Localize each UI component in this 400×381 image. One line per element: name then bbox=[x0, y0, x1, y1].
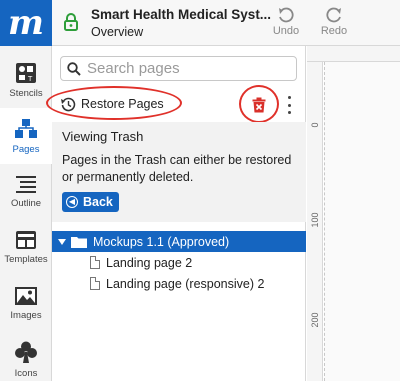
stencils-icon: T bbox=[16, 63, 36, 83]
restore-icon bbox=[61, 97, 76, 111]
page-tree: Mockups 1.1 (Approved) Landing page 2 La… bbox=[52, 231, 306, 294]
rail-item-label: Stencils bbox=[9, 88, 43, 99]
undo-button[interactable]: Undo bbox=[266, 6, 306, 42]
restore-pages-button[interactable]: Restore Pages bbox=[58, 92, 164, 116]
templates-icon bbox=[16, 231, 36, 249]
page-name: Landing page (responsive) 2 bbox=[106, 276, 265, 291]
trash-description: Pages in the Trash can either be restore… bbox=[62, 153, 292, 184]
page-title: Overview bbox=[91, 25, 144, 39]
restore-pages-label: Restore Pages bbox=[81, 97, 164, 111]
folder-icon bbox=[71, 236, 87, 248]
page-actions: Restore Pages bbox=[46, 85, 306, 123]
undo-label: Undo bbox=[272, 25, 300, 37]
svg-text:T: T bbox=[27, 75, 33, 83]
trash-notice: Viewing Trash Pages in the Trash can eit… bbox=[52, 122, 306, 222]
club-icon bbox=[15, 341, 37, 363]
left-ruler: 0 100 200 bbox=[307, 62, 323, 381]
rail-item-label: Outline bbox=[10, 198, 42, 209]
rail-item-label: Templates bbox=[4, 254, 48, 265]
pages-panel: Restore Pages Viewing Trash Pages in the… bbox=[46, 46, 306, 381]
page-name: Landing page 2 bbox=[106, 255, 193, 270]
redo-button[interactable]: Redo bbox=[314, 6, 354, 42]
tree-page-row[interactable]: Landing page (responsive) 2 bbox=[52, 273, 306, 294]
expand-caret-icon[interactable] bbox=[58, 238, 66, 245]
folder-name: Mockups 1.1 (Approved) bbox=[93, 234, 230, 249]
app-logo[interactable]: m bbox=[0, 0, 52, 46]
back-button[interactable]: ◀ Back bbox=[62, 192, 119, 212]
undo-icon bbox=[279, 7, 294, 23]
redo-label: Redo bbox=[320, 25, 348, 37]
search-icon bbox=[67, 61, 81, 76]
images-icon bbox=[15, 287, 37, 305]
ruler-mark: 200 bbox=[310, 312, 320, 328]
rail-item-icons[interactable]: Icons bbox=[0, 330, 52, 381]
page-icon bbox=[90, 256, 100, 269]
project-title[interactable]: Smart Health Medical Syst... bbox=[91, 7, 271, 22]
trash-title: Viewing Trash bbox=[62, 129, 144, 144]
design-canvas[interactable] bbox=[324, 62, 400, 381]
more-options-icon[interactable] bbox=[285, 96, 293, 114]
tree-page-row[interactable]: Landing page 2 bbox=[52, 252, 306, 273]
redo-icon bbox=[326, 7, 341, 23]
ruler-mark: 0 bbox=[310, 122, 320, 128]
search-box bbox=[60, 56, 297, 81]
page-icon bbox=[90, 277, 100, 290]
outline-icon bbox=[16, 176, 36, 193]
tree-folder-row[interactable]: Mockups 1.1 (Approved) bbox=[52, 231, 306, 252]
rail-item-pages[interactable]: Pages bbox=[0, 108, 52, 164]
left-rail: m T Stencils Pages Outline Templates Ima… bbox=[0, 0, 52, 381]
trash-icon bbox=[252, 97, 266, 113]
top-ruler bbox=[307, 46, 400, 62]
ruler-mark: 100 bbox=[310, 212, 320, 228]
pages-icon bbox=[15, 119, 37, 138]
lock-icon bbox=[64, 13, 78, 31]
delete-permanently-button[interactable] bbox=[246, 92, 272, 118]
back-arrow-icon: ◀ bbox=[66, 196, 78, 208]
app-header: Smart Health Medical Syst... Overview Un… bbox=[52, 0, 400, 46]
rail-item-templates[interactable]: Templates bbox=[0, 220, 52, 276]
search-input[interactable] bbox=[87, 60, 287, 77]
rail-item-label: Pages bbox=[12, 144, 40, 155]
rail-item-label: Icons bbox=[14, 368, 38, 379]
logo-letter: m bbox=[8, 3, 44, 43]
rail-item-stencils[interactable]: T Stencils bbox=[0, 52, 52, 108]
rail-item-images[interactable]: Images bbox=[0, 276, 52, 332]
rail-item-outline[interactable]: Outline bbox=[0, 164, 52, 220]
back-label: Back bbox=[83, 195, 113, 209]
rail-item-label: Images bbox=[10, 310, 42, 321]
